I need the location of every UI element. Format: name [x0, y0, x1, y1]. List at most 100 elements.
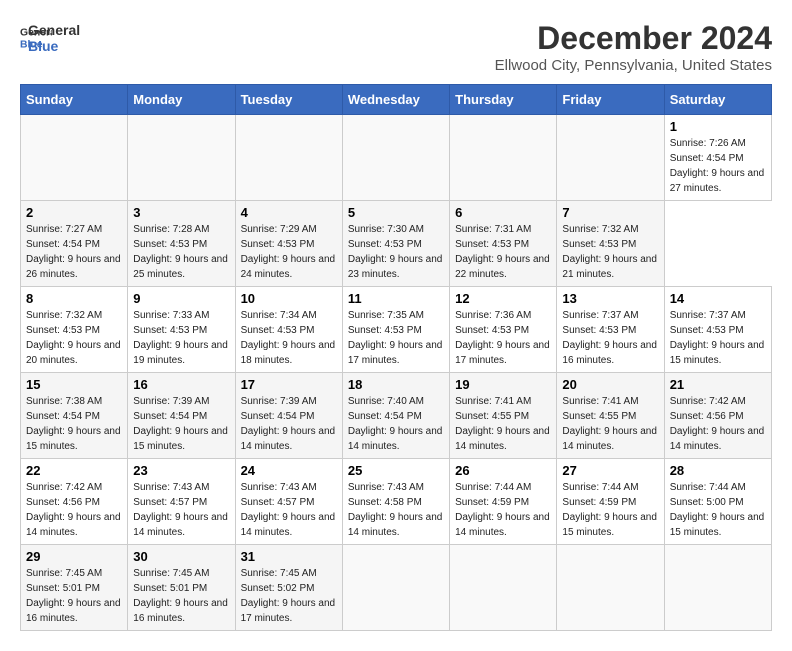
title-section: December 2024 Ellwood City, Pennsylvania… [495, 20, 772, 74]
logo: General Blue General Blue [20, 20, 80, 54]
day-number: 12 [455, 291, 551, 306]
day-number: 4 [241, 205, 337, 220]
empty-cell [450, 545, 557, 631]
day-number: 7 [562, 205, 658, 220]
empty-cell [450, 115, 557, 201]
day-number: 15 [26, 377, 122, 392]
day-header-saturday: Saturday [664, 85, 771, 115]
day-info: Sunrise: 7:33 AMSunset: 4:53 PMDaylight:… [133, 308, 229, 368]
day-number: 31 [241, 549, 337, 564]
empty-cell [557, 115, 664, 201]
day-cell-13: 13 Sunrise: 7:37 AMSunset: 4:53 PMDayligh… [557, 287, 664, 373]
day-info: Sunrise: 7:41 AMSunset: 4:55 PMDaylight:… [455, 394, 551, 454]
day-number: 20 [562, 377, 658, 392]
day-number: 1 [670, 119, 766, 134]
day-number: 27 [562, 463, 658, 478]
day-cell-18: 18 Sunrise: 7:40 AMSunset: 4:54 PMDayligh… [342, 373, 449, 459]
calendar-header-row: SundayMondayTuesdayWednesdayThursdayFrid… [21, 85, 772, 115]
day-number: 30 [133, 549, 229, 564]
day-info: Sunrise: 7:45 AMSunset: 5:02 PMDaylight:… [241, 566, 337, 626]
day-number: 29 [26, 549, 122, 564]
day-header-tuesday: Tuesday [235, 85, 342, 115]
day-info: Sunrise: 7:27 AMSunset: 4:54 PMDaylight:… [26, 222, 122, 282]
day-info: Sunrise: 7:30 AMSunset: 4:53 PMDaylight:… [348, 222, 444, 282]
day-number: 3 [133, 205, 229, 220]
day-info: Sunrise: 7:43 AMSunset: 4:58 PMDaylight:… [348, 480, 444, 540]
day-info: Sunrise: 7:32 AMSunset: 4:53 PMDaylight:… [562, 222, 658, 282]
day-header-friday: Friday [557, 85, 664, 115]
day-number: 23 [133, 463, 229, 478]
header: General Blue General Blue December 2024 … [20, 20, 772, 74]
day-cell-20: 20Sunrise: 7:41 AMSunset: 4:55 PMDayligh… [557, 373, 664, 459]
day-cell-1: 1 Sunrise: 7:26 AMSunset: 4:54 PMDaylight… [664, 115, 771, 201]
day-cell-19: 19Sunrise: 7:41 AMSunset: 4:55 PMDayligh… [450, 373, 557, 459]
day-number: 26 [455, 463, 551, 478]
day-header-monday: Monday [128, 85, 235, 115]
day-cell-11: 11Sunrise: 7:35 AMSunset: 4:53 PMDayligh… [342, 287, 449, 373]
day-info: Sunrise: 7:37 AMSunset: 4:53 PMDaylight:… [670, 308, 766, 368]
day-cell-7: 7 Sunrise: 7:32 AMSunset: 4:53 PMDaylight… [557, 201, 664, 287]
day-info: Sunrise: 7:38 AMSunset: 4:54 PMDaylight:… [26, 394, 122, 454]
empty-cell [342, 115, 449, 201]
day-cell-3: 3 Sunrise: 7:28 AMSunset: 4:53 PMDaylight… [128, 201, 235, 287]
day-cell-21: 21 Sunrise: 7:42 AMSunset: 4:56 PMDayligh… [664, 373, 771, 459]
day-cell-16: 16Sunrise: 7:39 AMSunset: 4:54 PMDayligh… [128, 373, 235, 459]
logo-blue: Blue [28, 38, 80, 54]
month-title: December 2024 [495, 20, 772, 57]
day-cell-2: 2Sunrise: 7:27 AMSunset: 4:54 PMDaylight… [21, 201, 128, 287]
calendar-week-5: 22 Sunrise: 7:42 AMSunset: 4:56 PMDayligh… [21, 459, 772, 545]
calendar-week-3: 8Sunrise: 7:32 AMSunset: 4:53 PMDaylight… [21, 287, 772, 373]
calendar-week-6: 29Sunrise: 7:45 AMSunset: 5:01 PMDayligh… [21, 545, 772, 631]
calendar-week-2: 2Sunrise: 7:27 AMSunset: 4:54 PMDaylight… [21, 201, 772, 287]
day-number: 18 [348, 377, 444, 392]
empty-cell [664, 545, 771, 631]
day-cell-15: 15 Sunrise: 7:38 AMSunset: 4:54 PMDayligh… [21, 373, 128, 459]
day-number: 21 [670, 377, 766, 392]
day-info: Sunrise: 7:26 AMSunset: 4:54 PMDaylight:… [670, 136, 766, 196]
day-number: 14 [670, 291, 766, 306]
day-info: Sunrise: 7:43 AMSunset: 4:57 PMDaylight:… [241, 480, 337, 540]
day-info: Sunrise: 7:43 AMSunset: 4:57 PMDaylight:… [133, 480, 229, 540]
day-cell-14: 14 Sunrise: 7:37 AMSunset: 4:53 PMDayligh… [664, 287, 771, 373]
day-cell-24: 24Sunrise: 7:43 AMSunset: 4:57 PMDayligh… [235, 459, 342, 545]
day-number: 22 [26, 463, 122, 478]
empty-cell [235, 115, 342, 201]
day-cell-4: 4Sunrise: 7:29 AMSunset: 4:53 PMDaylight… [235, 201, 342, 287]
day-cell-28: 28Sunrise: 7:44 AMSunset: 5:00 PMDayligh… [664, 459, 771, 545]
logo-text: General [28, 22, 80, 38]
calendar-table: SundayMondayTuesdayWednesdayThursdayFrid… [20, 84, 772, 631]
day-cell-22: 22 Sunrise: 7:42 AMSunset: 4:56 PMDayligh… [21, 459, 128, 545]
day-cell-25: 25 Sunrise: 7:43 AMSunset: 4:58 PMDayligh… [342, 459, 449, 545]
day-info: Sunrise: 7:42 AMSunset: 4:56 PMDaylight:… [670, 394, 766, 454]
day-cell-31: 31 Sunrise: 7:45 AMSunset: 5:02 PMDayligh… [235, 545, 342, 631]
day-number: 9 [133, 291, 229, 306]
day-number: 11 [348, 291, 444, 306]
day-cell-30: 30Sunrise: 7:45 AMSunset: 5:01 PMDayligh… [128, 545, 235, 631]
day-info: Sunrise: 7:36 AMSunset: 4:53 PMDaylight:… [455, 308, 551, 368]
empty-cell [21, 115, 128, 201]
day-number: 5 [348, 205, 444, 220]
day-cell-9: 9 Sunrise: 7:33 AMSunset: 4:53 PMDaylight… [128, 287, 235, 373]
day-number: 25 [348, 463, 444, 478]
day-header-sunday: Sunday [21, 85, 128, 115]
calendar-week-1: 1 Sunrise: 7:26 AMSunset: 4:54 PMDaylight… [21, 115, 772, 201]
day-number: 16 [133, 377, 229, 392]
day-info: Sunrise: 7:40 AMSunset: 4:54 PMDaylight:… [348, 394, 444, 454]
day-info: Sunrise: 7:37 AMSunset: 4:53 PMDaylight:… [562, 308, 658, 368]
day-number: 13 [562, 291, 658, 306]
empty-cell [557, 545, 664, 631]
day-info: Sunrise: 7:34 AMSunset: 4:53 PMDaylight:… [241, 308, 337, 368]
day-cell-26: 26Sunrise: 7:44 AMSunset: 4:59 PMDayligh… [450, 459, 557, 545]
day-number: 8 [26, 291, 122, 306]
page-container: General Blue General Blue December 2024 … [20, 20, 772, 631]
location-title: Ellwood City, Pennsylvania, United State… [495, 57, 772, 74]
day-header-wednesday: Wednesday [342, 85, 449, 115]
day-header-thursday: Thursday [450, 85, 557, 115]
day-info: Sunrise: 7:44 AMSunset: 5:00 PMDaylight:… [670, 480, 766, 540]
day-cell-10: 10Sunrise: 7:34 AMSunset: 4:53 PMDayligh… [235, 287, 342, 373]
day-info: Sunrise: 7:28 AMSunset: 4:53 PMDaylight:… [133, 222, 229, 282]
day-info: Sunrise: 7:42 AMSunset: 4:56 PMDaylight:… [26, 480, 122, 540]
day-cell-23: 23 Sunrise: 7:43 AMSunset: 4:57 PMDayligh… [128, 459, 235, 545]
calendar-week-4: 15 Sunrise: 7:38 AMSunset: 4:54 PMDayligh… [21, 373, 772, 459]
day-cell-5: 5 Sunrise: 7:30 AMSunset: 4:53 PMDaylight… [342, 201, 449, 287]
